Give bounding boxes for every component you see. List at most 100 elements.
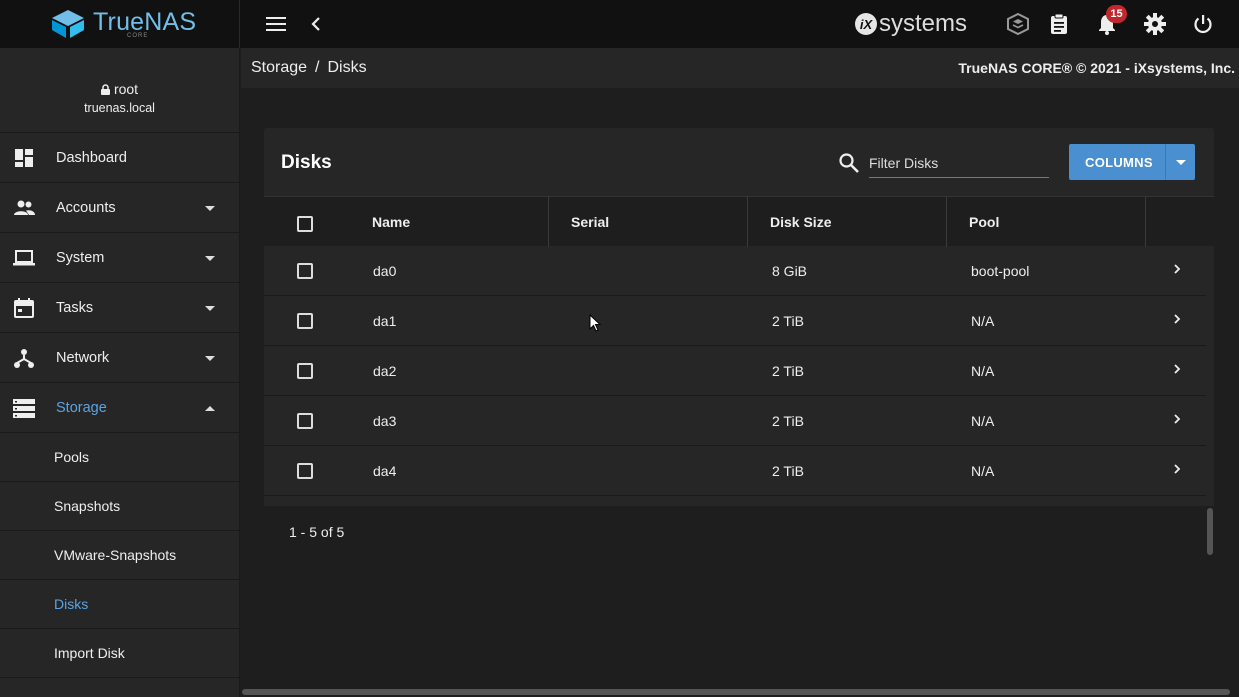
- sidebar-item-system[interactable]: System: [0, 233, 239, 283]
- sidebar-item-storage[interactable]: Storage: [0, 383, 239, 433]
- sidebar-item-label: System: [56, 249, 105, 266]
- menu-icon[interactable]: [264, 12, 288, 36]
- cell-pool: N/A: [971, 413, 995, 429]
- horizontal-scrollbar[interactable]: [242, 689, 1230, 695]
- host-name: truenas.local: [84, 101, 155, 115]
- sidebar-subitem-pools[interactable]: Pools: [0, 433, 239, 482]
- column-header-name[interactable]: Name: [353, 197, 549, 247]
- lock-icon: [100, 83, 110, 95]
- table-row[interactable]: da0 8 GiB boot-pool: [264, 246, 1206, 296]
- sidebar-item-label: Dashboard: [56, 149, 127, 166]
- search-icon: [839, 153, 859, 173]
- sidebar-subitem-label: VMware-Snapshots: [54, 547, 177, 563]
- back-chevron-icon[interactable]: [304, 12, 328, 36]
- breadcrumb-disks: Disks: [327, 59, 367, 76]
- table-footer: 1 - 5 of 5: [264, 506, 1214, 556]
- cell-disk-size: 2 TiB: [772, 413, 804, 429]
- cell-pool: N/A: [971, 463, 995, 479]
- laptop-icon: [13, 250, 35, 266]
- user-info: root truenas.local: [0, 48, 239, 133]
- calendar-icon: [14, 298, 34, 318]
- chevron-down-icon: [205, 206, 215, 211]
- chevron-right-icon[interactable]: [1172, 263, 1182, 275]
- table-row[interactable]: da2 2 TiB N/A: [264, 346, 1206, 396]
- brand-subtitle: CORE: [127, 33, 149, 39]
- breadcrumb-bar: Storage / Disks TrueNAS CORE® © 2021 - iXs…: [241, 48, 1239, 88]
- select-all-checkbox[interactable]: [297, 216, 313, 232]
- cell-disk-size: 8 GiB: [772, 263, 808, 279]
- cell-name: da1: [373, 313, 397, 329]
- sidebar-item-label: Network: [56, 349, 110, 366]
- sidebar-subitem-disks[interactable]: Disks: [0, 580, 239, 629]
- cell-pool: N/A: [971, 363, 995, 379]
- gear-icon[interactable]: [1143, 12, 1167, 36]
- columns-button-label: COLUMNS: [1085, 155, 1153, 170]
- chevron-down-icon: [205, 306, 215, 311]
- breadcrumb-separator: /: [315, 59, 320, 76]
- network-icon: [14, 349, 34, 368]
- power-icon[interactable]: [1191, 12, 1215, 36]
- breadcrumb: Storage / Disks: [251, 59, 367, 77]
- chevron-up-icon: [205, 406, 215, 411]
- accounts-icon: [14, 200, 35, 215]
- row-checkbox[interactable]: [297, 263, 313, 279]
- cell-pool: N/A: [971, 313, 995, 329]
- sidebar-subitem-label: Import Disk: [54, 645, 125, 661]
- sidebar-item-dashboard[interactable]: Dashboard: [0, 133, 239, 183]
- table-header: Name Serial Disk Size Pool: [264, 196, 1214, 247]
- user-name: root: [113, 81, 139, 97]
- sidebar-subitem-snapshots[interactable]: Snapshots: [0, 482, 239, 531]
- column-header-serial[interactable]: Serial: [549, 197, 748, 247]
- table-row[interactable]: da4 2 TiB N/A: [264, 446, 1206, 496]
- cell-disk-size: 2 TiB: [772, 313, 804, 329]
- sidebar-item-label: Accounts: [56, 199, 116, 216]
- chevron-right-icon[interactable]: [1172, 413, 1182, 425]
- truenas-logo-icon: [52, 10, 84, 38]
- chevron-right-icon[interactable]: [1172, 463, 1182, 475]
- chevron-down-icon[interactable]: [1176, 160, 1186, 165]
- sidebar-item-accounts[interactable]: Accounts: [0, 183, 239, 233]
- table-row[interactable]: da1 2 TiB N/A: [264, 296, 1206, 346]
- chevron-right-icon[interactable]: [1172, 363, 1182, 375]
- sidebar-item-network[interactable]: Network: [0, 333, 239, 383]
- row-checkbox[interactable]: [297, 463, 313, 479]
- sidebar-subitem-label: Snapshots: [54, 498, 121, 514]
- breadcrumb-storage[interactable]: Storage: [251, 59, 307, 76]
- sidebar-item-label: Tasks: [56, 299, 94, 316]
- chevron-down-icon: [205, 256, 215, 261]
- pagination-range: 1 - 5 of 5: [289, 524, 345, 540]
- mouse-cursor-icon: [589, 314, 601, 332]
- row-checkbox[interactable]: [297, 413, 313, 429]
- cell-name: da2: [373, 363, 397, 379]
- brand-logo[interactable]: TrueNAS CORE: [0, 0, 240, 48]
- cell-name: da4: [373, 463, 397, 479]
- notification-badge: 15: [1106, 5, 1127, 23]
- sidebar-subitem-vmware-snapshots[interactable]: VMware-Snapshots: [0, 531, 239, 580]
- sidebar-subitem-import-disk[interactable]: Import Disk: [0, 629, 239, 678]
- ix-mark-icon: iX: [855, 13, 877, 35]
- cell-name: da0: [373, 263, 397, 279]
- filter-disks-input[interactable]: Filter Disks: [869, 148, 1049, 178]
- ixsystems-text: systems: [879, 10, 968, 37]
- columns-button[interactable]: COLUMNS: [1069, 144, 1195, 180]
- ixsystems-logo: iX systems: [855, 10, 968, 37]
- table-row[interactable]: da3 2 TiB N/A: [264, 396, 1206, 446]
- cell-disk-size: 2 TiB: [772, 363, 804, 379]
- column-header-disk-size[interactable]: Disk Size: [748, 197, 947, 247]
- vertical-scrollbar[interactable]: [1207, 508, 1213, 555]
- row-checkbox[interactable]: [297, 313, 313, 329]
- column-header-pool[interactable]: Pool: [947, 197, 1146, 247]
- copyright-text: TrueNAS CORE® © 2021 - iXsystems, Inc.: [958, 60, 1235, 76]
- cell-pool: boot-pool: [971, 263, 1030, 279]
- disks-card: Disks Filter Disks COLUMNS Name Serial D…: [264, 128, 1214, 556]
- sidebar-subitem-label: Disks: [54, 596, 89, 612]
- chevron-right-icon[interactable]: [1172, 313, 1182, 325]
- sidebar-item-tasks[interactable]: Tasks: [0, 283, 239, 333]
- card-title: Disks: [281, 152, 332, 173]
- sidebar: root truenas.local Dashboard Accounts Sy…: [0, 48, 240, 697]
- row-checkbox[interactable]: [297, 363, 313, 379]
- truecommand-icon[interactable]: [1006, 12, 1030, 36]
- clipboard-icon[interactable]: [1047, 12, 1071, 36]
- dashboard-icon: [15, 149, 33, 167]
- cell-name: da3: [373, 413, 397, 429]
